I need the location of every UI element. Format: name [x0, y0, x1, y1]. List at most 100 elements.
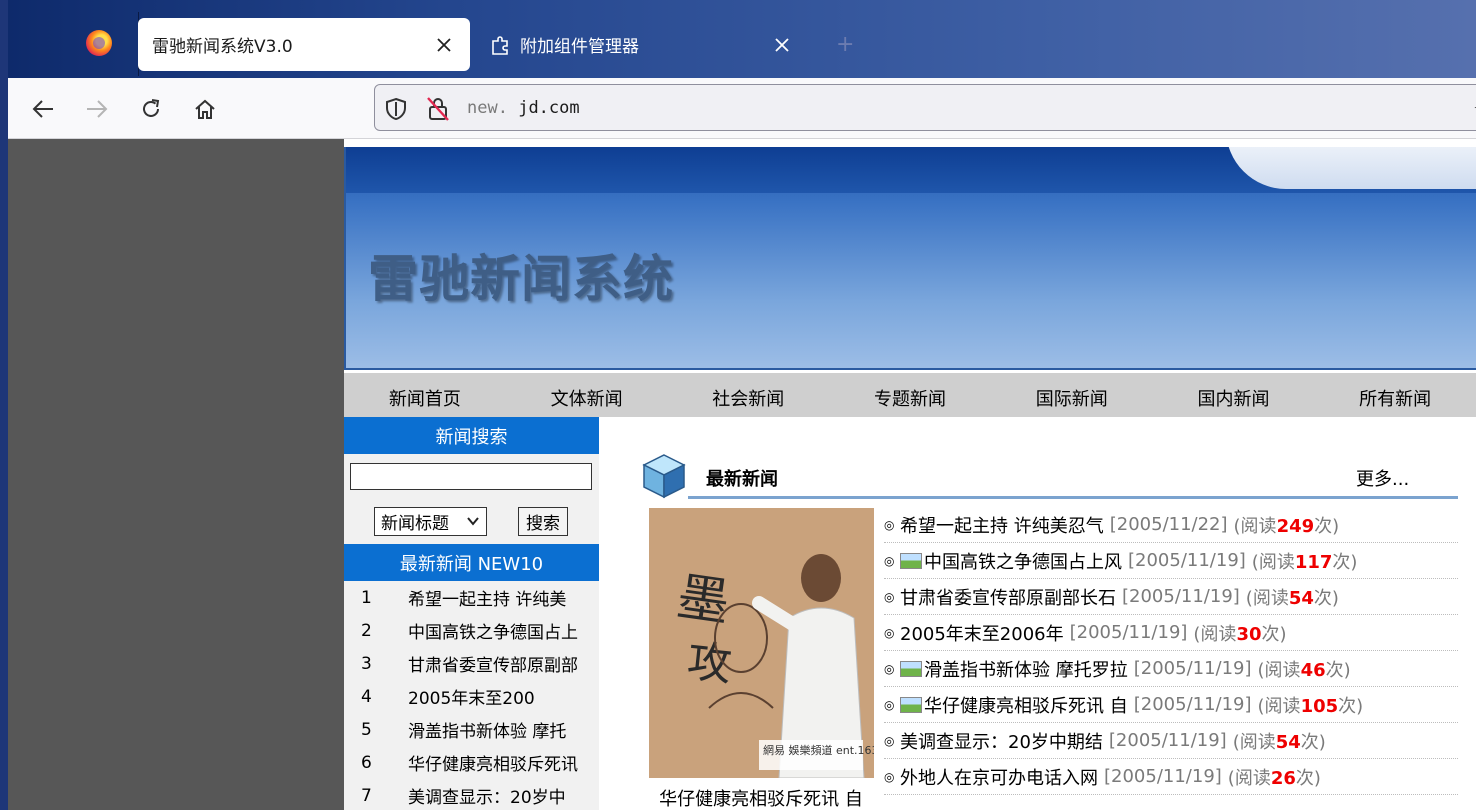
reload-icon[interactable]	[134, 92, 168, 126]
image-icon	[900, 660, 922, 677]
window-edge	[0, 0, 8, 810]
cube-icon	[642, 454, 686, 499]
read-number: 105	[1300, 695, 1339, 717]
menu-item-home[interactable]: 新闻首页	[344, 379, 506, 411]
latest-news-section: 最新新闻 更多... 墨 攻 網易 娛樂頻道 ent.163.com	[636, 447, 1466, 810]
news-row[interactable]: ◎ 滑盖指书新体验 摩托罗拉 [2005/11/19] (阅读46次)	[884, 651, 1458, 687]
read-number: 54	[1288, 587, 1314, 609]
list-item[interactable]: 1 希望一起主持 许纯美	[344, 581, 599, 614]
news-row[interactable]: ◎ 美调查显示：20岁中期结 [2005/11/19] (阅读54次)	[884, 723, 1458, 759]
news-photo-art: 墨 攻 網易 娛樂頻道 ent.163.com	[649, 508, 874, 778]
news-title[interactable]: 外地人在京可办电话入网	[900, 764, 1098, 790]
read-count: (阅读54次)	[1246, 584, 1339, 610]
tab-strip: 雷驰新闻系统V3.0 附加组件管理器 +	[8, 0, 1476, 78]
menu-item-domestic[interactable]: 国内新闻	[1153, 379, 1315, 411]
new-tab-button[interactable]: +	[836, 32, 854, 57]
menu-item-all[interactable]: 所有新闻	[1314, 379, 1476, 411]
read-suffix: 次)	[1261, 623, 1287, 645]
forward-arrow-icon[interactable]	[80, 92, 114, 126]
url-text: new. jd.com	[467, 98, 580, 118]
news-title[interactable]: 华仔健康亮相驳斥死讯 自	[924, 692, 1128, 718]
close-icon[interactable]	[430, 31, 458, 59]
read-prefix: (阅读	[1245, 587, 1289, 609]
banner-swoosh	[1226, 147, 1476, 189]
firefox-logo[interactable]	[86, 30, 112, 56]
latest-list: 1 希望一起主持 许纯美 2 中国高铁之争德国占上 3 甘肃省委宣传部原副部 4 200…	[344, 581, 599, 810]
site-banner: 雷驰新闻系统	[344, 147, 1476, 370]
svg-text:攻: 攻	[685, 636, 734, 691]
more-link[interactable]: 更多...	[1356, 465, 1409, 491]
news-date: [2005/11/19]	[1104, 766, 1222, 787]
list-item[interactable]: 3 甘肃省委宣传部原副部	[344, 647, 599, 680]
item-number: 7	[361, 785, 372, 806]
list-item[interactable]: 7 美调查显示：20岁中	[344, 779, 599, 810]
read-count: (阅读46次)	[1258, 656, 1351, 682]
read-number: 30	[1236, 623, 1262, 645]
news-list: ◎ 希望一起主持 许纯美忍气 [2005/11/22] (阅读249次) ◎ 中国高铁之争…	[884, 507, 1458, 795]
tab-news-system[interactable]: 雷驰新闻系统V3.0	[138, 18, 470, 71]
read-suffix: 次)	[1325, 659, 1351, 681]
read-number: 54	[1275, 731, 1301, 753]
item-title[interactable]: 中国高铁之争德国占上	[408, 618, 599, 643]
news-row[interactable]: ◎ 希望一起主持 许纯美忍气 [2005/11/22] (阅读249次)	[884, 507, 1458, 543]
site-title: 雷驰新闻系统	[368, 249, 674, 308]
tab-addon-manager[interactable]: 附加组件管理器	[478, 18, 808, 71]
news-date: [2005/11/22]	[1109, 514, 1228, 535]
svg-text:墨: 墨	[673, 567, 733, 634]
menu-item-society[interactable]: 社会新闻	[667, 379, 829, 411]
insecure-lock-icon[interactable]	[427, 97, 449, 121]
list-item[interactable]: 4 2005年末至200	[344, 680, 599, 713]
read-number: 117	[1294, 551, 1333, 573]
search-field-select[interactable]: 新闻标题	[374, 507, 487, 536]
news-title[interactable]: 美调查显示：20岁中期结	[900, 728, 1103, 754]
search-button[interactable]: 搜索	[518, 507, 568, 536]
list-item[interactable]: 5 滑盖指书新体验 摩托	[344, 713, 599, 746]
news-title[interactable]: 中国高铁之争德国占上风	[924, 548, 1122, 574]
menu-item-international[interactable]: 国际新闻	[991, 379, 1153, 411]
read-number: 249	[1276, 515, 1315, 537]
news-title[interactable]: 希望一起主持 许纯美忍气	[900, 512, 1104, 538]
bullet-icon: ◎	[884, 625, 895, 640]
news-title[interactable]: 甘肃省委宣传部原副部长石	[900, 584, 1116, 610]
search-input[interactable]	[350, 463, 592, 490]
photo-watermark: 網易 娛樂頻道 ent.163.com	[763, 743, 874, 757]
item-title[interactable]: 美调查显示：20岁中	[408, 783, 599, 808]
menu-item-sports-culture[interactable]: 文体新闻	[506, 379, 668, 411]
home-icon[interactable]	[188, 92, 222, 126]
url-bar[interactable]: new. jd.com ☆	[374, 84, 1476, 131]
item-number: 5	[361, 719, 372, 740]
news-title[interactable]: 2005年末至2006年	[900, 620, 1064, 646]
item-number: 4	[361, 686, 372, 707]
item-title[interactable]: 华仔健康亮相驳斥死讯	[408, 750, 599, 775]
item-title[interactable]: 希望一起主持 许纯美	[408, 585, 599, 610]
bullet-icon: ◎	[884, 553, 895, 568]
close-icon[interactable]	[768, 31, 796, 59]
read-prefix: (阅读	[1232, 731, 1276, 753]
photo-caption[interactable]: 华仔健康亮相驳斥死讯 自	[636, 785, 886, 810]
item-title[interactable]: 甘肃省委宣传部原副部	[408, 651, 599, 676]
item-title[interactable]: 滑盖指书新体验 摩托	[408, 717, 599, 742]
latest-heading: 最新新闻 NEW10	[344, 544, 599, 581]
read-prefix: (阅读	[1257, 659, 1301, 681]
page-viewport: 雷驰新闻系统 新闻首页 文体新闻 社会新闻 专题新闻 国际新闻 国内新闻 所有新…	[8, 139, 1476, 810]
news-row[interactable]: ◎ 外地人在京可办电话入网 [2005/11/19] (阅读26次)	[884, 759, 1458, 795]
news-row[interactable]: ◎ 2005年末至2006年 [2005/11/19] (阅读30次)	[884, 615, 1458, 651]
item-title[interactable]: 2005年末至200	[408, 684, 599, 709]
site-menu: 新闻首页 文体新闻 社会新闻 专题新闻 国际新闻 国内新闻 所有新闻	[344, 373, 1476, 417]
list-item[interactable]: 6 华仔健康亮相驳斥死讯	[344, 746, 599, 779]
shield-icon[interactable]	[385, 97, 407, 121]
news-row[interactable]: ◎ 华仔健康亮相驳斥死讯 自 [2005/11/19] (阅读105次)	[884, 687, 1458, 723]
back-arrow-icon[interactable]	[26, 92, 60, 126]
news-row[interactable]: ◎ 甘肃省委宣传部原副部长石 [2005/11/19] (阅读54次)	[884, 579, 1458, 615]
read-suffix: 次)	[1314, 515, 1340, 537]
news-date: [2005/11/19]	[1069, 622, 1188, 643]
news-date: [2005/11/19]	[1133, 694, 1252, 715]
menu-item-special[interactable]: 专题新闻	[829, 379, 991, 411]
news-title[interactable]: 滑盖指书新体验 摩托罗拉	[924, 656, 1128, 682]
list-item[interactable]: 2 中国高铁之争德国占上	[344, 614, 599, 647]
news-photo[interactable]: 墨 攻 網易 娛樂頻道 ent.163.com	[649, 508, 874, 778]
read-prefix: (阅读	[1233, 515, 1277, 537]
news-row[interactable]: ◎ 中国高铁之争德国占上风 [2005/11/19] (阅读117次)	[884, 543, 1458, 579]
section-divider	[688, 496, 1458, 499]
news-date: [2005/11/19]	[1108, 730, 1227, 751]
